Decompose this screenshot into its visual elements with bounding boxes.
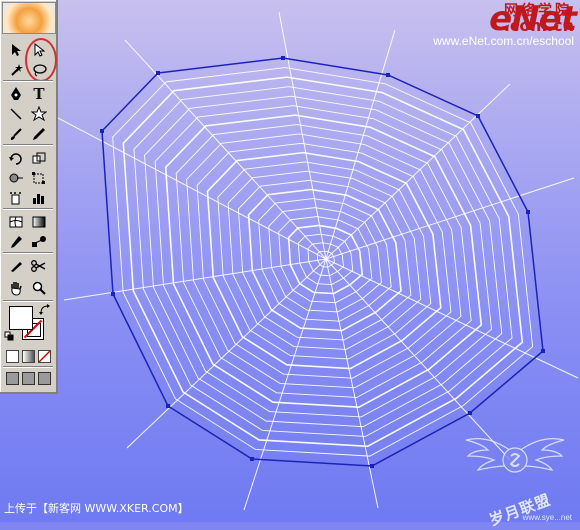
line-segment-tool-icon[interactable] <box>5 104 27 124</box>
web-spoke <box>124 39 327 260</box>
seal-subtext: www.sye...net <box>522 513 572 522</box>
toolbox-logo[interactable] <box>2 2 56 34</box>
toolbox-divider <box>3 80 53 82</box>
none-mode-button[interactable] <box>38 350 51 363</box>
direct-selection-tool-icon[interactable] <box>28 40 50 60</box>
magic-wand-tool-icon[interactable] <box>5 60 27 80</box>
anchor-point[interactable] <box>370 464 374 468</box>
star-tool-icon[interactable] <box>28 104 50 124</box>
gradient-mode-button[interactable] <box>22 350 35 363</box>
scale-tool-icon[interactable] <box>28 148 50 168</box>
type-tool-icon[interactable]: T <box>28 84 50 104</box>
color-mode-button[interactable] <box>6 350 19 363</box>
anchor-point[interactable] <box>156 71 160 75</box>
paintbrush-tool-icon[interactable] <box>5 124 27 144</box>
eyedropper-tool-icon[interactable] <box>5 232 27 252</box>
anchor-point[interactable] <box>100 129 104 133</box>
selection-tool-icon[interactable] <box>5 40 27 60</box>
toolbox-divider <box>3 300 53 302</box>
rotate-tool-icon[interactable] <box>5 148 27 168</box>
mesh-tool-icon[interactable] <box>5 212 27 232</box>
upload-caption: 上传于【新客网 WWW.XKER.COM】 <box>4 502 189 515</box>
free-transform-tool-icon[interactable] <box>28 168 50 188</box>
gradient-tool-icon[interactable] <box>28 212 50 232</box>
hand-tool-icon[interactable] <box>5 278 27 298</box>
web-spoke <box>325 258 379 509</box>
fill-color-swatch[interactable] <box>9 306 33 330</box>
web-spoke <box>243 258 327 511</box>
web-spoke <box>325 29 396 260</box>
toolbox-divider <box>3 208 53 210</box>
toolbox-divider <box>3 366 53 368</box>
scissors-tool-icon[interactable] <box>28 256 50 276</box>
anchor-point[interactable] <box>526 210 530 214</box>
pen-tool-icon[interactable] <box>5 84 27 104</box>
toolbox-divider <box>3 252 53 254</box>
standard-screen-mode-button[interactable] <box>6 372 19 385</box>
full-screen-menubar-mode-button[interactable] <box>22 372 35 385</box>
web-spoke <box>325 83 511 260</box>
anchor-point[interactable] <box>541 349 545 353</box>
symbol-sprayer-tool-icon[interactable] <box>5 188 27 208</box>
toolbox-divider <box>3 144 53 146</box>
web-spoke <box>325 177 575 260</box>
anchor-point[interactable] <box>166 404 170 408</box>
anchor-point[interactable] <box>250 457 254 461</box>
default-colors-icon[interactable] <box>2 330 16 342</box>
slice-tool-icon[interactable] <box>5 256 27 276</box>
tools-panel: T <box>0 0 58 394</box>
full-screen-mode-button[interactable] <box>38 372 51 385</box>
enet-logo-com-text: .com.cn <box>503 16 574 35</box>
web-spoke <box>63 258 327 301</box>
column-graph-tool-icon[interactable] <box>28 188 50 208</box>
enet-url: www.eNet.com.cn/eschool <box>433 34 574 48</box>
anchor-point[interactable] <box>281 56 285 60</box>
anchor-point[interactable] <box>476 114 480 118</box>
warp-tool-icon[interactable] <box>5 168 27 188</box>
anchor-point[interactable] <box>111 292 115 296</box>
swap-colors-icon[interactable] <box>38 304 52 316</box>
enet-logo-com: .com.cn <box>504 16 574 35</box>
blend-tool-icon[interactable] <box>28 232 50 252</box>
anchor-point[interactable] <box>386 73 390 77</box>
lasso-tool-icon[interactable] <box>28 60 50 80</box>
zoom-tool-icon[interactable] <box>28 278 50 298</box>
pencil-tool-icon[interactable] <box>28 124 50 144</box>
